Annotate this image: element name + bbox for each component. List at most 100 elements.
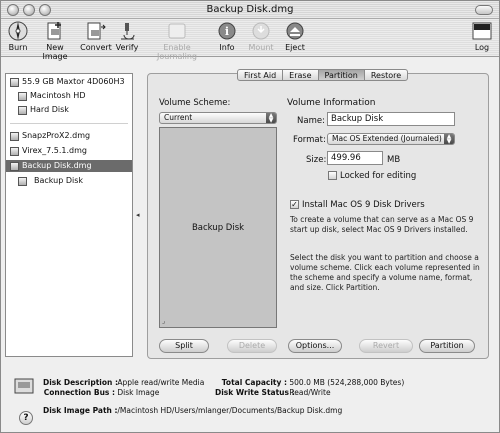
install-os9-drivers-checkbox[interactable]: ✓ [290,200,299,209]
log-button[interactable]: Log [469,21,495,52]
disk-image-icon [10,147,19,156]
delete-button[interactable]: Delete [227,339,277,353]
volume-name-field[interactable]: Backup Disk [327,112,455,126]
disk-list-item-label: Backup Disk.dmg [22,161,92,170]
toolbar: Burn New Image Convert Verify Enable Jou… [1,19,499,61]
revert-button[interactable]: Revert [359,339,413,353]
convert-label: Convert [80,43,112,52]
help-button[interactable]: ? [19,411,33,425]
volume-scheme-map[interactable]: Backup Disk ⌟ [159,127,277,328]
burn-icon [7,21,29,41]
tab-restore[interactable]: Restore [365,70,407,80]
size-unit: MB [387,155,401,165]
disk-image-icon-large [13,377,35,397]
connection-bus-row: Connection Bus : Disk Image [43,388,160,398]
mount-button[interactable]: Mount [247,21,275,52]
disk-image-path-row: Disk Image Path : /Macintosh HD/Users/ml… [43,406,342,416]
info-icon: i [216,21,238,41]
title-bar: Backup Disk.dmg [1,1,499,19]
volume-scheme-label: Volume Scheme: [159,98,231,108]
disk-list-item[interactable]: 55.9 GB Maxtor 4D060H3 [6,76,132,88]
disk-write-status-row: Disk Write Status : Read/Write [215,388,331,398]
log-label: Log [474,43,490,52]
disk-list-item-label: Backup Disk [34,176,84,185]
window-title: Backup Disk.dmg [206,4,294,15]
disk-list-item[interactable]: Backup Disk [6,175,132,187]
disk-list-item-label: Macintosh HD [30,91,86,100]
volume-information-heading: Volume Information [287,98,376,108]
volume-icon [18,92,27,101]
disk-list-item-label: Virex_7.5.1.dmg [22,146,87,155]
burn-button[interactable]: Burn [5,21,31,52]
info-label: Info [219,43,235,52]
disk-description-value: Apple read/write Media [117,378,205,387]
svg-text:i: i [225,25,229,38]
tab-bar: First Aid Erase Partition Restore [237,69,409,81]
disk-description-row: Disk Description : Apple read/write Medi… [43,378,204,388]
install-os9-drivers-label: Install Mac OS 9 Disk Drivers [302,200,425,210]
locked-checkbox[interactable] [328,171,337,180]
volume-block-label: Backup Disk [191,223,245,233]
convert-icon [85,21,107,41]
total-capacity-value: 500.0 MB (524,288,000 Bytes) [289,378,405,387]
microscope-icon [116,21,138,41]
name-label: Name: [297,116,325,126]
log-icon [471,21,493,41]
chevron-updown-icon: ▲ ▼ [266,113,276,123]
toolbar-toggle-button[interactable] [475,5,493,15]
volume-scheme-select[interactable]: Current ▲ ▼ [159,112,277,124]
tab-first-aid[interactable]: First Aid [238,70,284,80]
options-button[interactable]: Options... [288,339,342,353]
disk-list-item[interactable]: Hard Disk [6,104,132,116]
disk-list-item-label: SnapzProX2.dmg [22,131,91,140]
volume-icon [18,177,27,186]
journaling-icon [166,21,188,41]
enable-journaling-button[interactable]: Enable Journaling [143,21,211,61]
locked-label: Locked for editing [340,171,417,181]
new-image-label: New Image [42,43,68,61]
disk-list-item-label: Hard Disk [30,105,69,114]
info-button[interactable]: i Info [215,21,239,52]
convert-button[interactable]: Convert [79,21,113,52]
verify-button[interactable]: Verify [113,21,141,52]
connection-bus-label: Connection Bus : [43,388,115,397]
resize-handle-icon[interactable]: ⌟ [162,317,165,325]
disk-description-label: Disk Description : [43,378,118,387]
total-capacity-label: Total Capacity : [221,378,287,387]
disk-write-status-value: Read/Write [289,388,331,397]
format-select[interactable]: Mac OS Extended (Journaled) ▲ ▼ [327,133,455,145]
eject-button[interactable]: Eject [281,21,309,52]
split-button[interactable]: Split [159,339,209,353]
partition-instructions: Select the disk you want to partition an… [290,253,480,292]
chevron-updown-icon: ▲ ▼ [444,134,454,144]
size-field[interactable]: 499.96 [327,151,383,165]
disk-list-item-label: 55.9 GB Maxtor 4D060H3 [22,77,125,86]
disk-list-item-selected[interactable]: Backup Disk.dmg [6,160,132,172]
eject-label: Eject [285,43,305,52]
new-image-icon [44,21,66,41]
partition-button[interactable]: Partition [419,339,475,353]
divider [10,123,128,124]
disk-image-path-value: /Macintosh HD/Users/mlanger/Documents/Ba… [117,406,343,415]
eject-icon [284,21,306,41]
total-capacity-row: Total Capacity : 500.0 MB (524,288,000 B… [215,378,404,388]
burn-label: Burn [8,43,28,52]
os9-description: To create a volume that can serve as a M… [290,215,474,234]
tab-erase[interactable]: Erase [283,70,319,80]
volume-icon [18,106,27,115]
disk-list-item[interactable]: Macintosh HD [6,90,132,102]
disk-list: 55.9 GB Maxtor 4D060H3 Macintosh HD Hard… [5,73,133,357]
disk-image-icon [10,132,19,141]
size-label: Size: [306,155,327,165]
disk-list-item[interactable]: Virex_7.5.1.dmg [6,145,132,157]
tab-partition[interactable]: Partition [318,70,365,80]
hard-drive-icon [10,78,19,87]
splitter-handle[interactable]: ◂ [136,211,140,219]
disk-list-item[interactable]: SnapzProX2.dmg [6,130,132,142]
new-image-button[interactable]: New Image [33,21,77,61]
disk-image-icon [10,162,19,171]
volume-scheme-value: Current [164,113,193,122]
verify-label: Verify [115,43,139,52]
connection-bus-value: Disk Image [117,388,160,397]
mount-icon [250,21,272,41]
